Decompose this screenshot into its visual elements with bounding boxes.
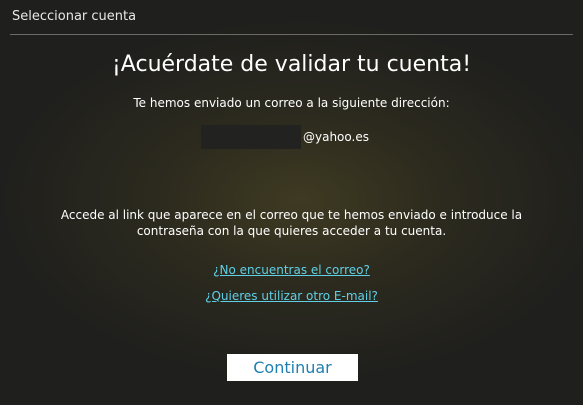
missing-email-link[interactable]: ¿No encuentras el correo? — [213, 263, 370, 277]
titlebar: Seleccionar cuenta — [0, 0, 583, 36]
link-row-missing-email: ¿No encuentras el correo? — [0, 263, 583, 277]
instructions-text: Accede al link que aparece en el correo … — [60, 208, 523, 238]
sent-notice-text: Te hemos enviado un correo a la siguient… — [133, 96, 450, 110]
title-divider — [10, 34, 573, 35]
email-redacted-box — [201, 125, 301, 149]
email-domain: @yahoo.es — [303, 130, 369, 144]
email-address: @yahoo.es — [201, 125, 369, 149]
window-title: Seleccionar cuenta — [12, 9, 137, 24]
link-row-other-email: ¿Quieres utilizar otro E-mail? — [0, 289, 583, 303]
use-other-email-link[interactable]: ¿Quieres utilizar otro E-mail? — [205, 289, 378, 303]
page-heading: ¡Acuérdate de validar tu cuenta! — [111, 52, 472, 77]
account-select-window: Seleccionar cuenta ¡Acuérdate de validar… — [0, 0, 583, 405]
continue-button[interactable]: Continuar — [227, 354, 358, 381]
